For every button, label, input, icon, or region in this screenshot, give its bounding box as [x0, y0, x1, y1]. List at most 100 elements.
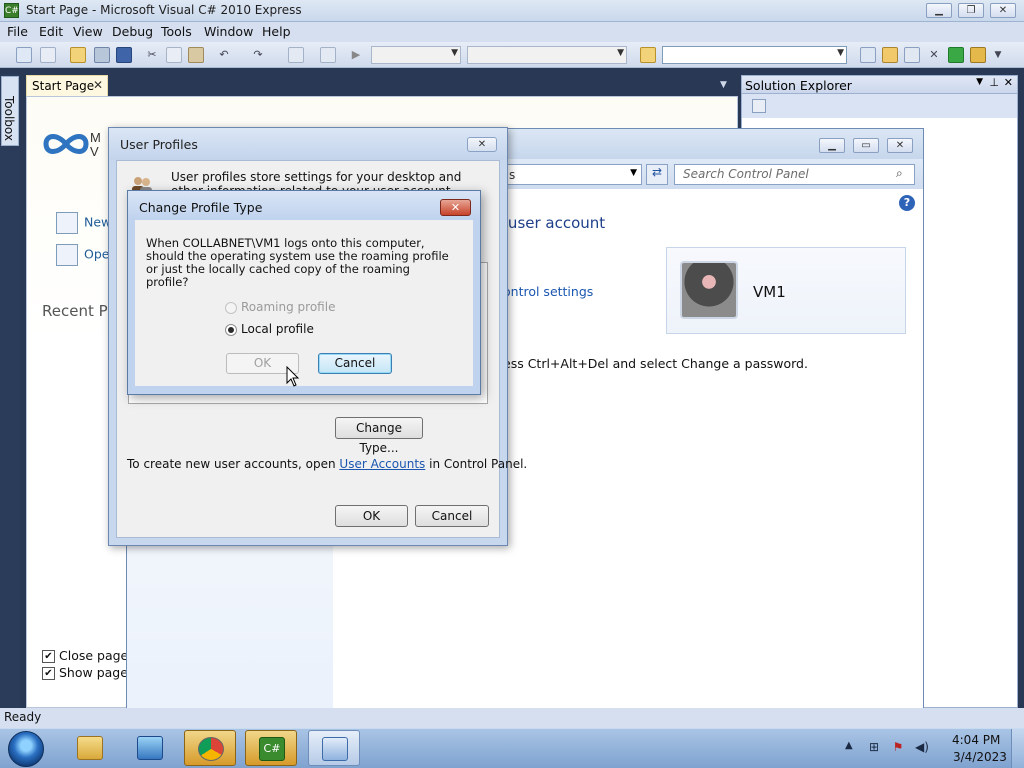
redo-icon[interactable]: ↷ [250, 47, 266, 63]
app-icon: C# [4, 3, 19, 18]
user-profiles-title: User Profiles [120, 137, 198, 152]
user-avatar [680, 261, 738, 319]
checkbox-checked-icon[interactable]: ✔ [42, 667, 55, 680]
change-profile-type-title: Change Profile Type [139, 200, 263, 215]
properties-pane-icon[interactable] [752, 99, 766, 113]
control-panel-icon [322, 737, 348, 761]
change-profile-type-close-button[interactable]: ✕ [440, 199, 471, 216]
menu-view[interactable]: View [73, 24, 103, 39]
taskbar-media-player-button[interactable] [124, 730, 176, 766]
undo-icon[interactable]: ↶ [216, 47, 232, 63]
chrome-icon [198, 737, 224, 761]
tab-start-page[interactable]: Start Page ✕ [26, 75, 108, 96]
auto-hide-pin-icon[interactable]: ⊥ [989, 76, 999, 89]
search-placeholder: Search Control Panel [683, 167, 809, 181]
refresh-icon[interactable]: ⇄ [646, 164, 668, 185]
radio-selected-icon[interactable] [225, 323, 237, 336]
footer-prefix: To create new user accounts, open [127, 457, 340, 471]
cut-icon[interactable]: ✂ [144, 47, 160, 63]
footer-suffix: in Control Panel. [425, 457, 528, 471]
address-chevron-icon[interactable]: ▼ [630, 168, 637, 178]
close-tab-icon[interactable]: ✕ [93, 78, 103, 92]
close-pane-icon[interactable]: ✕ [1004, 76, 1013, 89]
checkbox-checked-icon[interactable]: ✔ [42, 650, 55, 663]
tab-list-chevron-icon[interactable]: ▼ [720, 80, 727, 90]
clock-date[interactable]: 3/4/2023 [953, 750, 1007, 764]
open-project-link-label: Ope [84, 246, 110, 262]
save-all-icon[interactable] [116, 47, 132, 63]
network-icon[interactable]: ⊞ [866, 740, 882, 754]
solution-configuration-combo[interactable]: ▼ [371, 46, 461, 64]
menu-bar: File Edit View Debug Tools Window Help [0, 22, 1024, 42]
restore-button[interactable]: ❐ [958, 3, 984, 18]
show-hidden-icons-chevron-icon[interactable]: ▲ [845, 740, 853, 751]
toolbox-rail [0, 74, 20, 708]
menu-edit[interactable]: Edit [39, 24, 63, 39]
start-page-icon[interactable] [948, 47, 964, 63]
user-profiles-close-button[interactable]: ✕ [467, 137, 497, 152]
show-page-checkbox[interactable]: ✔ Show page o [42, 665, 140, 680]
svg-text:V: V [90, 144, 99, 159]
search-icon[interactable]: ⌕ [896, 166, 903, 181]
cp-maximize-button[interactable]: ▭ [853, 138, 879, 153]
clock-time[interactable]: 4:04 PM [952, 733, 1000, 747]
taskbar-visual-csharp-button[interactable]: C# [245, 730, 297, 766]
navigate-forward-icon[interactable] [320, 47, 336, 63]
user-name: VM1 [753, 283, 786, 301]
title-bar: C# Start Page - Microsoft Visual C# 2010… [0, 0, 1024, 22]
copy-icon[interactable] [166, 47, 182, 63]
help-icon[interactable]: ? [899, 195, 915, 211]
user-profiles-footer: To create new user accounts, open User A… [127, 457, 527, 471]
open-file-icon[interactable] [70, 47, 86, 63]
cp-close-button[interactable]: ✕ [887, 138, 913, 153]
object-browser-icon[interactable] [904, 47, 920, 63]
save-icon[interactable] [94, 47, 110, 63]
menu-debug[interactable]: Debug [112, 24, 153, 39]
menu-tools[interactable]: Tools [161, 24, 192, 39]
add-item-icon[interactable] [40, 47, 56, 63]
user-accounts-link[interactable]: User Accounts [339, 457, 425, 471]
paste-icon[interactable] [188, 47, 204, 63]
address-text: s [509, 168, 516, 182]
volume-icon[interactable]: ◀) [914, 740, 930, 754]
new-project-link[interactable]: New [56, 212, 111, 234]
radio-unselected-icon[interactable] [225, 301, 237, 314]
window-title: Start Page - Microsoft Visual C# 2010 Ex… [26, 3, 302, 17]
solution-explorer-icon[interactable] [860, 47, 876, 63]
taskbar-explorer-button[interactable] [64, 730, 116, 766]
visual-csharp-icon: C# [259, 737, 285, 761]
navigate-backward-icon[interactable] [288, 47, 304, 63]
start-debugging-icon[interactable]: ▶ [348, 47, 364, 63]
change-type-button[interactable]: Change Type... [335, 417, 423, 455]
new-project-icon[interactable] [16, 47, 32, 63]
extension-manager-icon[interactable] [970, 47, 986, 63]
solution-platform-combo[interactable]: ▼ [467, 46, 627, 64]
menu-file[interactable]: File [7, 24, 28, 39]
find-in-files-icon[interactable] [640, 47, 656, 63]
user-profiles-ok-button[interactable]: OK [335, 505, 408, 527]
toolbar-options-icon[interactable]: ▼ [990, 47, 1006, 63]
new-project-link-icon [56, 212, 78, 234]
menu-help[interactable]: Help [262, 24, 291, 39]
action-center-icon[interactable]: ⚑ [890, 740, 906, 754]
minimize-button[interactable]: ▁ [926, 3, 952, 18]
menu-window[interactable]: Window [204, 24, 253, 39]
address-field[interactable]: s ▼ [500, 164, 642, 185]
window-position-chevron-icon[interactable]: ▼ [976, 77, 983, 87]
taskbar-control-panel-button[interactable] [308, 730, 360, 766]
start-button[interactable] [8, 731, 44, 767]
toolbox-tools-icon[interactable]: ✕ [926, 47, 942, 63]
change-password-hint: ess Ctrl+Alt+Del and select Change a pas… [503, 356, 808, 371]
roaming-profile-radio[interactable]: Roaming profile [225, 300, 335, 314]
cp-minimize-button[interactable]: ▁ [819, 138, 845, 153]
user-profiles-cancel-button[interactable]: Cancel [415, 505, 489, 527]
find-combo[interactable]: ▼ [662, 46, 847, 64]
taskbar-chrome-button[interactable] [184, 730, 236, 766]
properties-icon[interactable] [882, 47, 898, 63]
change-profile-type-cancel-button[interactable]: Cancel [318, 353, 392, 374]
show-desktop-button[interactable] [1011, 729, 1024, 768]
open-project-link[interactable]: Ope [56, 244, 109, 266]
close-window-button[interactable]: ✕ [990, 3, 1016, 18]
user-account-control-settings-link[interactable]: ontrol settings [503, 284, 593, 299]
local-profile-radio[interactable]: Local profile [225, 322, 314, 336]
